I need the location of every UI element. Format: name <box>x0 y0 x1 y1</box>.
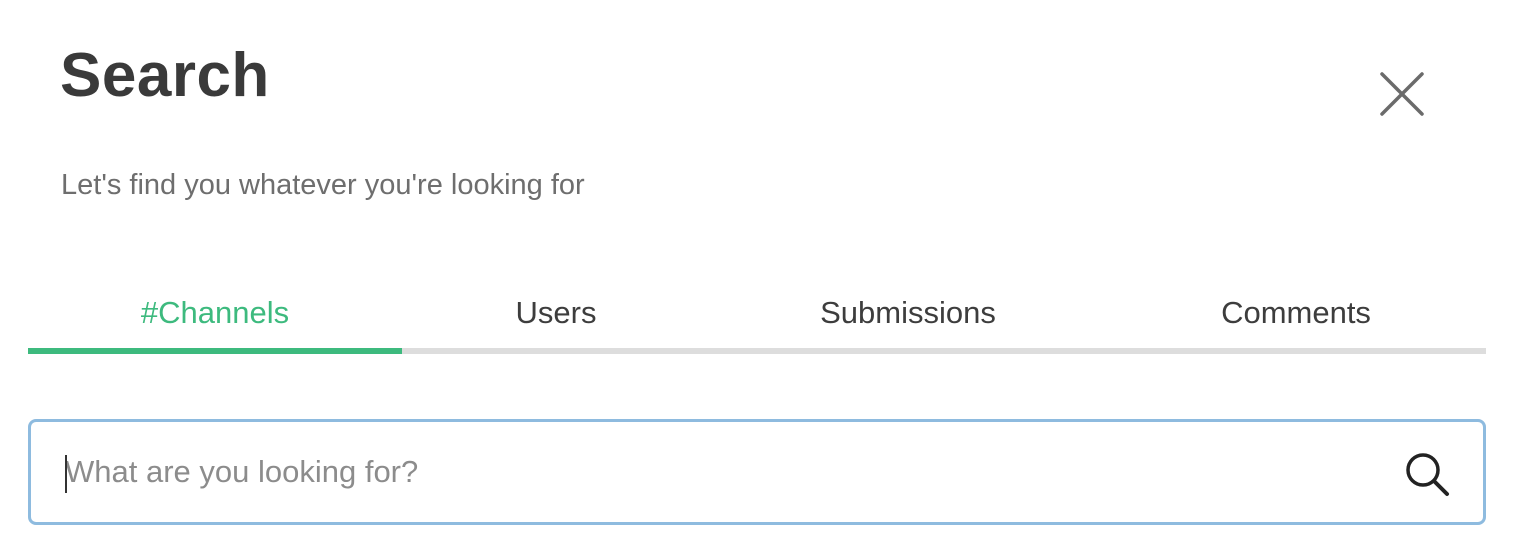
search-box[interactable] <box>28 419 1486 525</box>
close-button[interactable] <box>1372 64 1432 124</box>
tab-channels[interactable]: #Channels <box>28 280 402 346</box>
search-icon[interactable] <box>1403 450 1451 498</box>
tab-users[interactable]: Users <box>402 280 710 346</box>
tab-comments[interactable]: Comments <box>1106 280 1486 346</box>
close-icon <box>1372 64 1432 124</box>
page-subtitle: Let's find you whatever you're looking f… <box>61 169 585 201</box>
tab-submissions[interactable]: Submissions <box>710 280 1106 346</box>
search-dialog: Search Let's find you whatever you're lo… <box>0 0 1516 544</box>
text-caret <box>65 455 67 493</box>
page-title: Search <box>60 41 270 110</box>
search-tabs: #Channels Users Submissions Comments <box>28 280 1486 354</box>
search-input[interactable] <box>65 422 1385 522</box>
active-tab-indicator <box>28 348 402 354</box>
